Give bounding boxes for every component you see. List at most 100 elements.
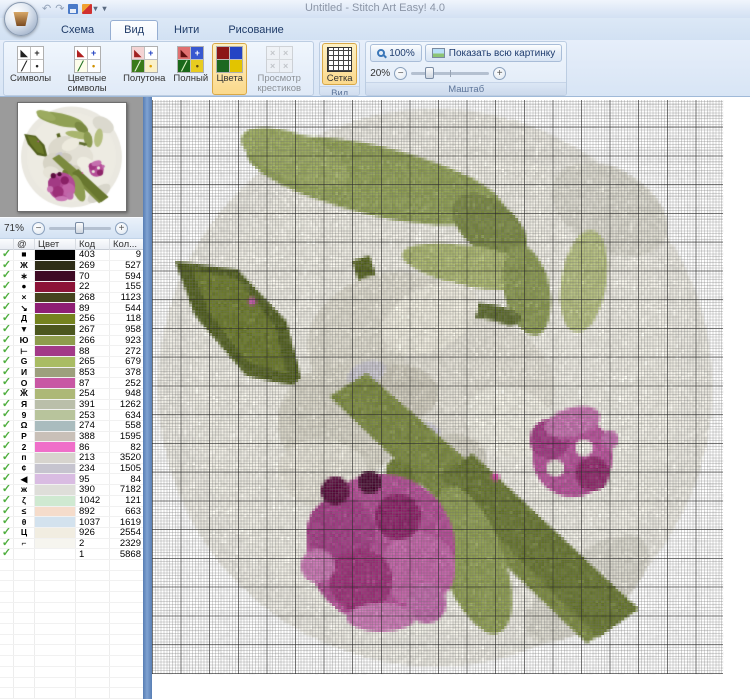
grid-toggle-button[interactable]: Сетка [322,43,357,85]
check-icon[interactable] [0,613,13,623]
palette-header-code[interactable]: Код [75,239,109,250]
show-whole-picture-button[interactable]: Показать всю картинку [425,44,562,62]
palette-row-color-swatch [34,421,75,431]
palette-row-count: 9 [109,250,143,260]
check-icon[interactable] [0,571,13,581]
tab-2[interactable]: Вид [110,20,158,40]
check-icon[interactable] [0,678,13,688]
palette-header-count[interactable]: Кол... [109,239,143,250]
palette-row-code [75,678,109,688]
palette-row-code [75,645,109,655]
grid-toggle-label: Сетка [327,74,353,84]
palette-header-symbol[interactable]: @ [13,239,34,250]
palette-row-color-swatch [34,432,75,442]
palette-row-symbol: ζ [13,496,34,506]
palette-row-symbol: ◀ [13,474,34,484]
preview-zoom-out-button[interactable]: − [32,222,45,235]
palette-row[interactable]: ✓×2681123 [0,293,143,304]
check-icon[interactable] [0,624,13,634]
check-icon[interactable] [0,592,13,602]
palette-row-code: 1042 [75,496,109,506]
zoom-out-button[interactable]: − [394,67,407,80]
app-menu-orb[interactable] [4,2,38,36]
check-icon[interactable] [0,656,13,666]
palette-row-count [109,613,143,623]
preview-zoom-in-button[interactable]: + [115,222,128,235]
ribbon: ◣+╱•Символы◣+╱•Цветные символы◣+╱•Полуто… [0,40,750,97]
palette-row-color-swatch [34,464,75,474]
palette-row-empty [0,635,143,646]
check-icon[interactable] [0,645,13,655]
check-icon[interactable] [0,581,13,591]
preview-zoom-slider[interactable] [49,227,111,230]
palette-row-count: 1595 [109,432,143,442]
tab-4[interactable]: Рисование [215,21,296,40]
check-icon[interactable] [0,688,13,698]
palette-row-color-swatch [34,560,75,570]
mode-button-full[interactable]: ◣+╱•Полный [169,43,212,95]
preview-zoom-slider-thumb[interactable] [75,222,84,234]
zoom-100-button[interactable]: 100% [370,44,422,62]
mode-button-colored-symbols[interactable]: ◣+╱•Цветные символы [55,43,119,95]
palette-row-symbol [13,678,34,688]
palette-row[interactable]: ✓Ю266923 [0,336,143,347]
palette-row-color-swatch [34,592,75,602]
palette-row-count [109,560,143,570]
palette-row-color-swatch [34,325,75,335]
window-title: Untitled - Stitch Art Easy! 4.0 [0,2,750,14]
magnifier-icon [377,49,385,57]
palette-row-code: 95 [75,474,109,484]
palette-row-code: 269 [75,261,109,271]
mode-button-colors[interactable]: Цвета [212,43,247,95]
palette-row[interactable]: ✓15868 [0,549,143,560]
palette-row[interactable]: ✓G265679 [0,357,143,368]
palette-row-color-swatch [34,453,75,463]
mode-button-halftones[interactable]: ◣+╱•Полутона [119,43,169,95]
palette-row-code [75,592,109,602]
tab-1[interactable]: Схема [48,21,107,40]
tab-3[interactable]: Нити [161,21,212,40]
palette-row[interactable]: ✓▼267958 [0,325,143,336]
check-icon[interactable] [0,603,13,613]
zoom-slider[interactable] [411,72,489,75]
palette-row-symbol: Ю [13,336,34,346]
mode-button-stitch-preview: ××××Просмотр крестиков [247,43,311,95]
pattern-canvas[interactable] [152,100,724,675]
palette-row-color-swatch [34,635,75,645]
palette-row-color-swatch [34,410,75,420]
palette-row-code: 87 [75,378,109,388]
palette-row-symbol [13,624,34,634]
palette-row-symbol: ж [13,485,34,495]
palette-row-symbol: И [13,368,34,378]
zoom-in-button[interactable]: + [493,67,506,80]
palette-row-count: 948 [109,389,143,399]
palette-row[interactable]: ✓И853378 [0,368,143,379]
palette-row-color-swatch [34,656,75,666]
palette-row[interactable]: ✓Ж269527 [0,261,143,272]
palette-row-count: 272 [109,346,143,356]
palette-row[interactable]: ✓⌐22329 [0,539,143,550]
panel-splitter[interactable] [143,97,152,699]
title-bar[interactable]: ↶ ↷ ▾ ▾ Untitled - Stitch Art Easy! 4.0 [0,0,750,18]
palette-row-symbol [13,667,34,677]
palette-row[interactable]: ✓≤892663 [0,507,143,518]
palette-row-symbol [13,581,34,591]
check-icon[interactable] [0,667,13,677]
palette-header-color[interactable]: Цвет [34,239,75,250]
mode-button-symbols[interactable]: ◣+╱•Символы [6,43,55,95]
palette-row-color-swatch [34,539,75,549]
palette-row-code: 403 [75,250,109,260]
check-icon[interactable]: ✓ [0,549,13,559]
palette-row[interactable]: ✓Ц9262554 [0,528,143,539]
check-icon[interactable] [0,635,13,645]
zoom-slider-thumb[interactable] [425,67,434,79]
palette-row[interactable]: ✓Р3881595 [0,432,143,443]
show-whole-picture-label: Показать всю картинку [449,48,555,59]
check-icon[interactable] [0,560,13,570]
palette-row-color-swatch [34,336,75,346]
palette-row[interactable]: ✓ζ1042121 [0,496,143,507]
palette-row-color-swatch [34,571,75,581]
palette-row-empty [0,571,143,582]
palette-row[interactable]: ✓¢2341505 [0,464,143,475]
palette-row[interactable]: ✓Я3911262 [0,400,143,411]
